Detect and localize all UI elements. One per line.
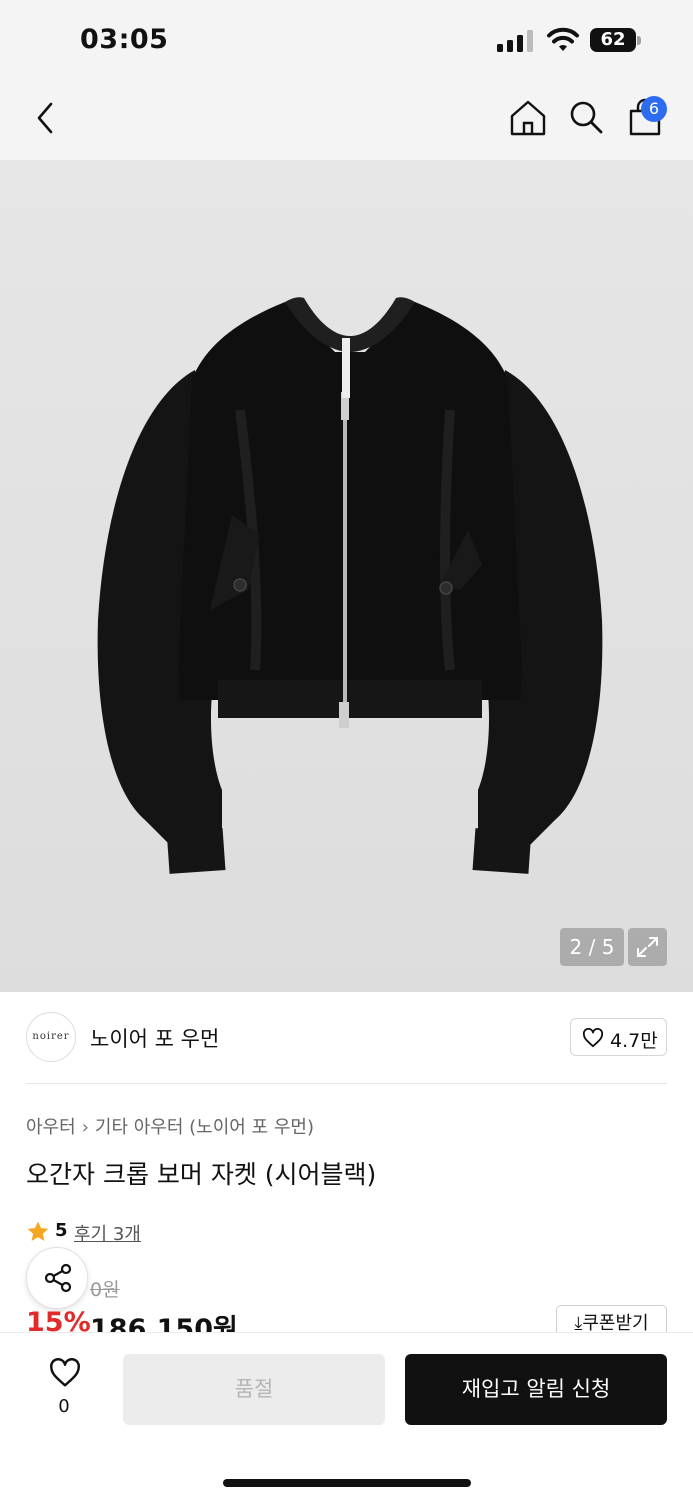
search-icon[interactable] [566, 97, 606, 137]
divider [26, 1083, 667, 1084]
brand-like-button[interactable]: 4.7만 [570, 1018, 667, 1056]
share-icon [44, 1263, 72, 1293]
product-image-gallery[interactable]: 2 / 5 [0, 160, 693, 992]
heart-icon [50, 1358, 80, 1387]
rating-score: 5 [55, 1220, 68, 1241]
expand-icon[interactable] [628, 928, 667, 966]
home-icon[interactable] [507, 97, 549, 139]
sold-out-button: 품절 [123, 1354, 385, 1425]
star-icon [27, 1221, 49, 1241]
review-count-link[interactable]: 후기 3개 [74, 1220, 141, 1246]
wishlist-button[interactable]: 0 [40, 1356, 90, 1420]
product-title: 오간자 크롭 보머 자켓 (시어블랙) [26, 1160, 377, 1189]
cellular-signal-icon [497, 30, 533, 52]
battery-indicator: 62 [590, 28, 636, 52]
back-icon[interactable] [28, 98, 64, 138]
product-image [97, 297, 603, 874]
status-time: 03:05 [80, 24, 169, 55]
wifi-icon [547, 27, 579, 51]
breadcrumb-item-other-outer[interactable]: 기타 아우터 (노이어 포 우먼) [95, 1117, 314, 1138]
coupon-label: 쿠폰받기 [582, 1313, 649, 1334]
heart-icon [582, 1028, 604, 1048]
image-counter: 2 / 5 [560, 928, 624, 966]
brand-like-count: 4.7만 [610, 1030, 658, 1052]
cart-count-badge: 6 [641, 96, 667, 122]
breadcrumb-item-outer[interactable]: 아우터 [26, 1117, 76, 1138]
brand-name[interactable]: 노이어 포 우먼 [90, 1023, 219, 1053]
share-button[interactable] [26, 1247, 88, 1309]
brand-logo[interactable]: noirer [26, 1012, 76, 1062]
restock-alert-button[interactable]: 재입고 알림 신청 [405, 1354, 667, 1425]
chevron-right-icon: › [81, 1117, 89, 1138]
top-header: 03:05 62 6 [0, 0, 693, 160]
wishlist-count: 0 [58, 1396, 70, 1417]
breadcrumb: 아우터 › 기타 아우터 (노이어 포 우먼) [26, 1113, 314, 1139]
battery-cap [637, 36, 641, 45]
home-indicator [223, 1479, 471, 1487]
